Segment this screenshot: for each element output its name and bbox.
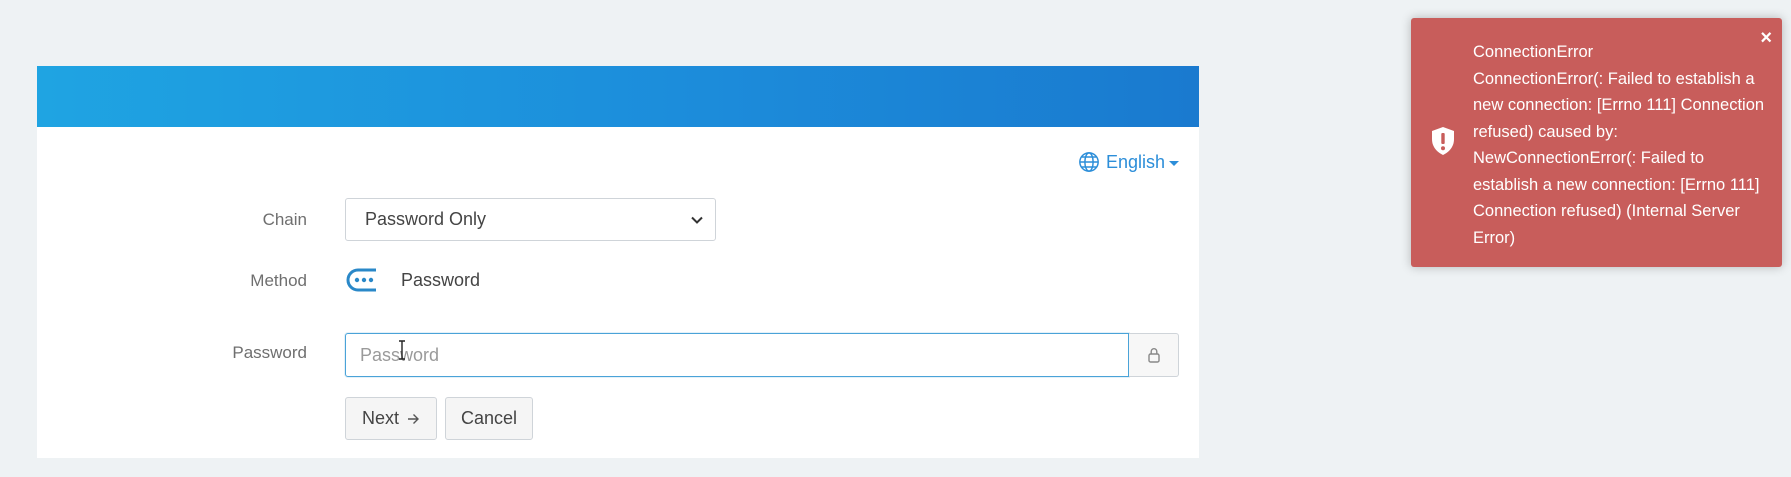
shield-exclamation-icon	[1432, 127, 1454, 155]
login-panel: English Chain Password Only Method Passw…	[37, 66, 1199, 458]
text-cursor-icon	[399, 340, 405, 360]
password-label: Password	[232, 343, 307, 362]
toast-message: ConnectionError(: Failed to establish a …	[1473, 69, 1765, 247]
password-addon[interactable]	[1129, 333, 1179, 377]
panel-body: English Chain Password Only Method Passw…	[37, 127, 1199, 458]
next-button[interactable]: Next	[345, 397, 437, 440]
panel-header	[37, 66, 1199, 127]
globe-icon	[1079, 152, 1099, 172]
cancel-button[interactable]: Cancel	[445, 397, 533, 440]
language-label: English	[1105, 151, 1165, 172]
next-button-label: Next	[361, 408, 399, 428]
chain-label: Chain	[262, 210, 307, 229]
language-selector[interactable]: English	[1078, 151, 1179, 173]
chevron-down-icon	[1169, 160, 1179, 166]
password-input[interactable]	[345, 333, 1129, 377]
arrow-right-icon	[408, 413, 419, 424]
toast-title: ConnectionError	[1473, 43, 1594, 61]
method-label: Method	[250, 271, 307, 290]
cancel-button-label: Cancel	[460, 408, 518, 428]
method-display: Password	[345, 267, 480, 293]
chevron-down-icon	[691, 216, 703, 224]
password-dots-icon	[346, 268, 376, 292]
method-value: Password	[401, 269, 481, 290]
toast-text: ConnectionError ConnectionError(: Failed…	[1473, 39, 1773, 251]
password-input-group	[345, 333, 1179, 377]
lock-icon	[1147, 348, 1160, 363]
chain-selected-value: Password Only	[365, 209, 487, 229]
error-toast: × ConnectionError ConnectionError(: Fail…	[1411, 18, 1782, 267]
chain-select[interactable]: Password Only	[345, 198, 716, 241]
